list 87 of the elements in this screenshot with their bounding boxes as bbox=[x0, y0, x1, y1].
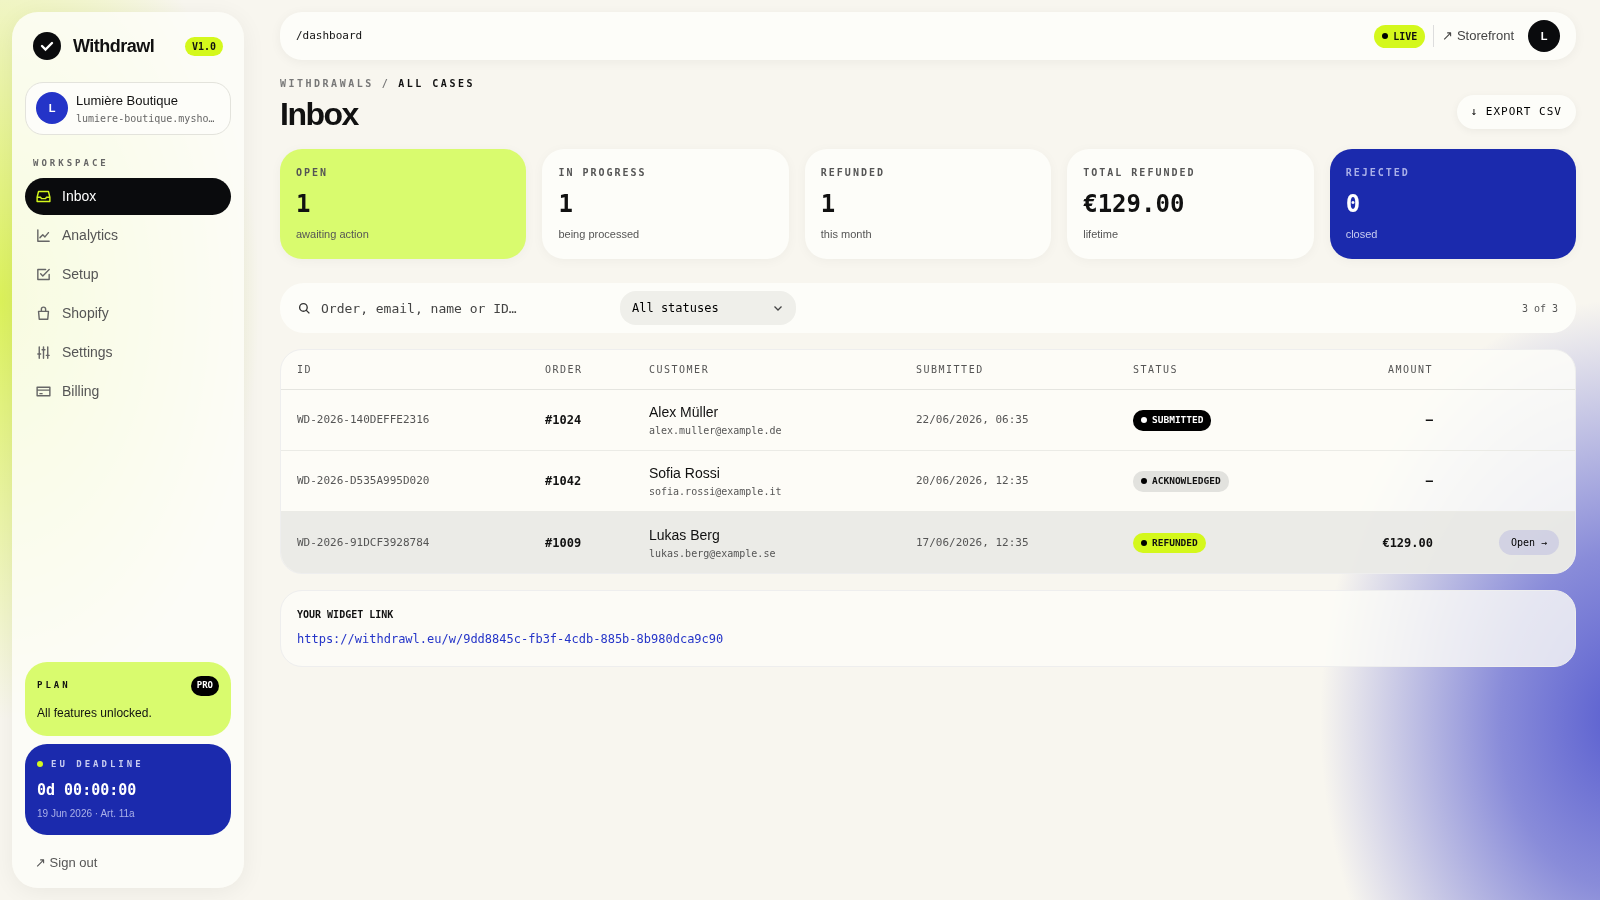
stat-note: closed bbox=[1345, 227, 1379, 243]
stat-label: REFUNDED bbox=[820, 166, 886, 181]
widget-link[interactable]: https://withdrawl.eu/w/9dd8845c-fb3f-4cdb-885b-8b980dca9c90 bbox=[297, 630, 724, 649]
stat-note: this month bbox=[820, 227, 873, 243]
stat-note: being processed bbox=[558, 227, 641, 243]
section-label: WORKSPACE bbox=[33, 156, 110, 170]
column-header: CUSTOMER bbox=[649, 363, 711, 378]
customer-name: Lukas Berg bbox=[649, 525, 721, 545]
sliders-icon bbox=[35, 344, 52, 361]
stat-value: €129.00 bbox=[1083, 189, 1186, 221]
page-title: Inbox bbox=[280, 95, 360, 134]
breadcrumb-separator: / bbox=[381, 77, 391, 91]
table-cell-text: #1009 bbox=[545, 534, 583, 552]
deadline-label: EU DEADLINE bbox=[51, 757, 144, 771]
table-cell-text: #1042 bbox=[545, 473, 583, 491]
countdown-timer: 0d 00:00:00 bbox=[37, 780, 138, 801]
table-cell-text: WD-2026-91DCF3928784 bbox=[297, 534, 431, 551]
customer-email: sofia.rossi@example.it bbox=[649, 485, 783, 500]
stat-label: TOTAL REFUNDED bbox=[1083, 166, 1197, 181]
url-path: /dashboard bbox=[296, 27, 363, 44]
breadcrumb-item: ALL CASES bbox=[398, 77, 475, 91]
shop-card[interactable]: L Lumière Boutique lumiere-boutique.mysho… bbox=[25, 82, 231, 135]
column-header: SUBMITTED bbox=[916, 363, 985, 378]
status-badge: ACKNOWLEDGED bbox=[1133, 471, 1229, 492]
sign-out-link[interactable]: ↗ Sign out bbox=[35, 852, 221, 872]
column-header: AMOUNT bbox=[1386, 363, 1433, 378]
stat-label: REJECTED bbox=[1345, 166, 1411, 181]
plan-text: All features unlocked. bbox=[37, 704, 153, 722]
shop-name: Lumière Boutique bbox=[76, 92, 179, 110]
table-cell-text: 17/06/2026, 12:35 bbox=[916, 534, 1030, 551]
status-badge: SUBMITTED bbox=[1133, 410, 1212, 431]
sidebar-item[interactable]: Billing bbox=[25, 373, 231, 410]
status-dot bbox=[37, 761, 43, 768]
storefront-link[interactable]: ↗ Storefront bbox=[1433, 25, 1520, 47]
deadline-note: 19 Jun 2026 · Art. 11a bbox=[37, 806, 136, 821]
table-cell-text: #1024 bbox=[545, 412, 583, 430]
table-row[interactable]: WD-2026-91DCF3928784 #1009 Lukas Berg lukas.berg@example.se 17/06/2026, 12:35 REFUNDED €129.00 Open → bbox=[281, 512, 1575, 574]
brand-name: Withdrawl bbox=[73, 34, 155, 58]
table-cell-text: WD-2026-D535A995D020 bbox=[297, 473, 431, 490]
sidebar-item[interactable]: Settings bbox=[25, 334, 231, 371]
shop-avatar: L bbox=[36, 92, 68, 125]
stat-note: awaiting action bbox=[296, 227, 370, 243]
plan-label: PLAN bbox=[37, 679, 71, 692]
table-cell-text: – bbox=[1424, 412, 1433, 430]
table-row[interactable]: WD-2026-140DEFFE2316 #1024 Alex Müller alex.muller@example.de 22/06/2026, 06:35 SUBMITTED – bbox=[281, 390, 1575, 452]
column-header: ORDER bbox=[545, 363, 584, 378]
bag-icon bbox=[35, 305, 52, 322]
stat-label: OPEN bbox=[296, 166, 330, 181]
open-button[interactable]: Open → bbox=[1498, 530, 1559, 556]
customer-name: Alex Müller bbox=[649, 403, 720, 423]
table-cell-text: 22/06/2026, 06:35 bbox=[916, 412, 1030, 429]
sidebar-item[interactable]: Shopify bbox=[25, 295, 231, 332]
widget-label: YOUR WIDGET LINK bbox=[297, 608, 395, 623]
table-cell-text: €129.00 bbox=[1381, 534, 1433, 552]
version-badge: V1.0 bbox=[184, 36, 223, 56]
sidebar-item[interactable]: Inbox bbox=[25, 178, 231, 215]
live-badge: LIVE bbox=[1374, 24, 1426, 48]
customer-name: Sofia Rossi bbox=[649, 464, 721, 484]
stat-value: 1 bbox=[296, 189, 312, 221]
stat-value: 1 bbox=[558, 189, 574, 221]
status-select[interactable]: All statuses bbox=[620, 291, 796, 326]
checkbox-icon bbox=[35, 266, 52, 283]
stat-label: IN PROGRESS bbox=[558, 166, 648, 181]
stat-note: lifetime bbox=[1083, 227, 1120, 243]
customer-email: alex.muller@example.de bbox=[649, 424, 783, 439]
column-header: ID bbox=[297, 363, 314, 378]
inbox-icon bbox=[35, 188, 52, 205]
status-badge: REFUNDED bbox=[1133, 532, 1206, 553]
shop-domain: lumiere-boutique.mysho… bbox=[76, 111, 215, 126]
stat-value: 0 bbox=[1345, 189, 1362, 221]
stat-value: 1 bbox=[820, 189, 837, 221]
search-field[interactable]: Order, email, name or ID… bbox=[319, 297, 589, 320]
sidebar-item[interactable]: Setup bbox=[25, 256, 231, 293]
sidebar-item[interactable]: Analytics bbox=[25, 217, 231, 254]
plan-badge: PRO bbox=[190, 676, 219, 696]
customer-email: lukas.berg@example.se bbox=[649, 546, 777, 561]
export-button[interactable]: ↓ EXPORT CSV bbox=[1456, 94, 1576, 130]
chart-icon bbox=[35, 227, 52, 244]
result-count: 3 of 3 bbox=[1521, 301, 1558, 316]
table-cell-text: – bbox=[1424, 473, 1433, 491]
user-avatar[interactable]: L bbox=[1528, 20, 1560, 52]
table-cell-text: WD-2026-140DEFFE2316 bbox=[297, 412, 431, 429]
breadcrumb-item[interactable]: WITHDRAWALS bbox=[280, 76, 374, 91]
table-cell-text: 20/06/2026, 12:35 bbox=[916, 473, 1030, 490]
column-header: STATUS bbox=[1133, 363, 1180, 378]
logo-icon bbox=[33, 32, 61, 60]
search-icon bbox=[298, 301, 311, 315]
